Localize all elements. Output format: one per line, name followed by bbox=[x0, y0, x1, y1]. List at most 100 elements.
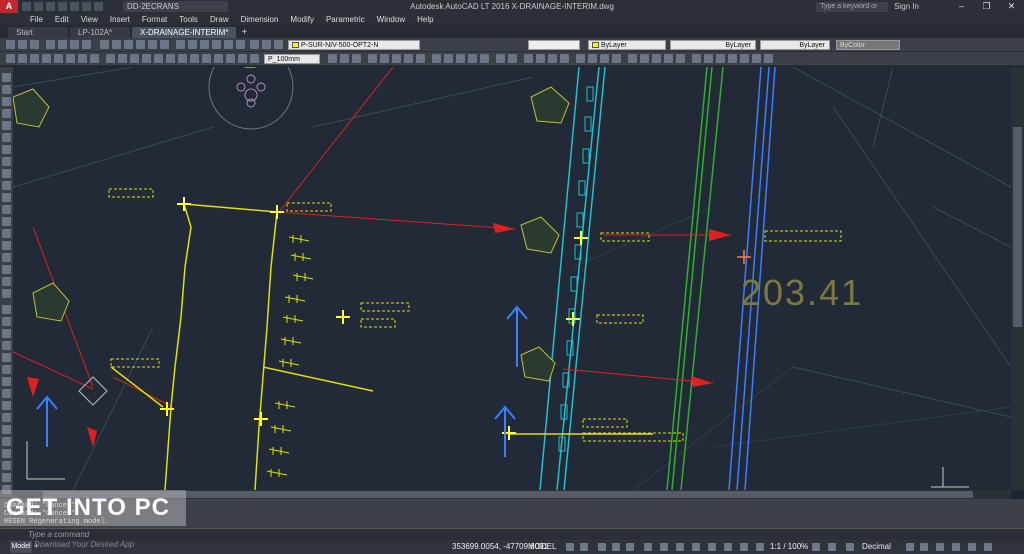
dimstyle-dropdown[interactable]: P_100mm bbox=[264, 54, 320, 64]
arc-icon[interactable] bbox=[30, 54, 39, 63]
undo-icon[interactable] bbox=[82, 2, 91, 11]
copy-icon[interactable] bbox=[118, 54, 127, 63]
quick-properties-icon[interactable] bbox=[906, 543, 914, 551]
menu-parametric[interactable]: Parametric bbox=[326, 15, 365, 24]
make-block-tool-icon[interactable] bbox=[2, 217, 11, 226]
sign-in-button[interactable]: Sign In bbox=[894, 2, 919, 11]
mtext-tool-icon[interactable] bbox=[2, 289, 11, 298]
layout-icon[interactable] bbox=[640, 54, 649, 63]
revcloud-tool-icon[interactable] bbox=[2, 157, 11, 166]
osnap-quadrant-icon[interactable] bbox=[416, 54, 425, 63]
region-tool-icon[interactable] bbox=[2, 265, 11, 274]
customize-icon[interactable] bbox=[984, 543, 992, 551]
ellipse-arc-tool-icon[interactable] bbox=[2, 193, 11, 202]
vertical-scroll-thumb[interactable] bbox=[1013, 127, 1022, 327]
gradient-tool-icon[interactable] bbox=[2, 253, 11, 262]
menu-window[interactable]: Window bbox=[377, 15, 405, 24]
hatch-icon[interactable] bbox=[236, 40, 245, 49]
saveas-icon[interactable] bbox=[58, 2, 67, 11]
trim-tool-icon[interactable] bbox=[2, 413, 11, 422]
drawing-canvas[interactable]: 203.41 bbox=[13, 67, 1011, 490]
layer-lock-icon[interactable] bbox=[274, 40, 283, 49]
recover-icon[interactable] bbox=[740, 54, 749, 63]
table-tool-icon[interactable] bbox=[2, 277, 11, 286]
search-input[interactable]: Type a keyword or phrase bbox=[816, 1, 889, 20]
quickcalc-icon[interactable] bbox=[160, 40, 169, 49]
point-tool-icon[interactable] bbox=[2, 229, 11, 238]
offset-tool-icon[interactable] bbox=[2, 341, 11, 350]
revcloud-icon[interactable] bbox=[764, 54, 773, 63]
group-icon[interactable] bbox=[692, 54, 701, 63]
osnap-tangent-icon[interactable] bbox=[432, 54, 441, 63]
zoom-window-icon[interactable] bbox=[70, 40, 79, 49]
osnap-insert-icon[interactable] bbox=[468, 54, 477, 63]
lock-ui-icon[interactable] bbox=[920, 543, 928, 551]
color-dropdown[interactable]: ByLayer bbox=[588, 40, 666, 50]
menu-dimension[interactable]: Dimension bbox=[241, 15, 279, 24]
mtext-icon[interactable] bbox=[536, 54, 545, 63]
explode-icon[interactable] bbox=[250, 54, 259, 63]
insert-icon[interactable] bbox=[200, 40, 209, 49]
image-icon[interactable] bbox=[224, 40, 233, 49]
list-icon[interactable] bbox=[612, 54, 621, 63]
plotstyle-dropdown[interactable]: ByColor bbox=[836, 40, 900, 50]
area-icon[interactable] bbox=[588, 54, 597, 63]
draw-order-icon[interactable] bbox=[652, 54, 661, 63]
dynamic-ucs-icon[interactable] bbox=[692, 543, 700, 551]
close-button[interactable]: ✕ bbox=[999, 0, 1024, 13]
tool-palettes-icon[interactable] bbox=[124, 40, 133, 49]
pline-tool-icon[interactable] bbox=[2, 97, 11, 106]
osnap-center-icon[interactable] bbox=[404, 54, 413, 63]
purge-icon[interactable] bbox=[716, 54, 725, 63]
properties-icon[interactable] bbox=[100, 40, 109, 49]
new-tab-button[interactable]: + bbox=[238, 27, 250, 38]
clean-screen-icon[interactable] bbox=[968, 543, 976, 551]
app-menu-button[interactable]: A bbox=[0, 0, 18, 13]
move-icon[interactable] bbox=[106, 54, 115, 63]
copy-tool-icon[interactable] bbox=[2, 317, 11, 326]
menu-edit[interactable]: Edit bbox=[55, 15, 69, 24]
xref-icon[interactable] bbox=[212, 40, 221, 49]
layer-state-icon[interactable] bbox=[18, 40, 27, 49]
table-icon[interactable] bbox=[548, 54, 557, 63]
spline-tool-icon[interactable] bbox=[2, 169, 11, 178]
extend-tool-icon[interactable] bbox=[2, 425, 11, 434]
menu-draw[interactable]: Draw bbox=[210, 15, 229, 24]
menu-view[interactable]: View bbox=[81, 15, 98, 24]
polyline-icon[interactable] bbox=[18, 54, 27, 63]
rectangle-icon[interactable] bbox=[78, 54, 87, 63]
erase-tool-icon[interactable] bbox=[2, 305, 11, 314]
leader-icon[interactable] bbox=[560, 54, 569, 63]
arc-tool-icon[interactable] bbox=[2, 133, 11, 142]
hardware-acceleration-icon[interactable] bbox=[936, 543, 944, 551]
dim-aligned-icon[interactable] bbox=[340, 54, 349, 63]
linetype-dropdown[interactable]: ByLayer bbox=[670, 40, 756, 50]
sheet-set-icon[interactable] bbox=[136, 40, 145, 49]
layer-dropdown[interactable]: P-SUR-NIV-500-OPT2-N bbox=[288, 40, 420, 50]
fillet-icon[interactable] bbox=[238, 54, 247, 63]
markup-icon[interactable] bbox=[148, 40, 157, 49]
osnap-settings-icon[interactable] bbox=[508, 54, 517, 63]
osnap-icon[interactable] bbox=[626, 543, 634, 551]
command-input[interactable]: Type a command bbox=[28, 530, 89, 539]
xline-tool-icon[interactable] bbox=[2, 85, 11, 94]
audit-icon[interactable] bbox=[728, 54, 737, 63]
units-display[interactable]: Decimal bbox=[862, 542, 891, 551]
selection-cycling-icon[interactable] bbox=[676, 543, 684, 551]
tab-lp-102a[interactable]: LP-102A* bbox=[70, 27, 130, 38]
maximize-button[interactable]: ❐ bbox=[974, 0, 999, 13]
measure-icon[interactable] bbox=[576, 54, 585, 63]
rotate-icon[interactable] bbox=[166, 54, 175, 63]
layer-freeze-icon[interactable] bbox=[262, 40, 271, 49]
polygon-tool-icon[interactable] bbox=[2, 109, 11, 118]
units-icon[interactable] bbox=[846, 543, 854, 551]
open-icon[interactable] bbox=[34, 2, 43, 11]
trim-icon[interactable] bbox=[202, 54, 211, 63]
text-icon[interactable] bbox=[524, 54, 533, 63]
layer-previous-icon[interactable] bbox=[30, 40, 39, 49]
plot-icon[interactable] bbox=[70, 2, 79, 11]
osnap-none-icon[interactable] bbox=[496, 54, 505, 63]
rectangle-tool-icon[interactable] bbox=[2, 121, 11, 130]
tab-x-drainage-interim[interactable]: X-DRAINAGE-INTERIM* bbox=[132, 27, 237, 38]
spline-icon[interactable] bbox=[42, 54, 51, 63]
